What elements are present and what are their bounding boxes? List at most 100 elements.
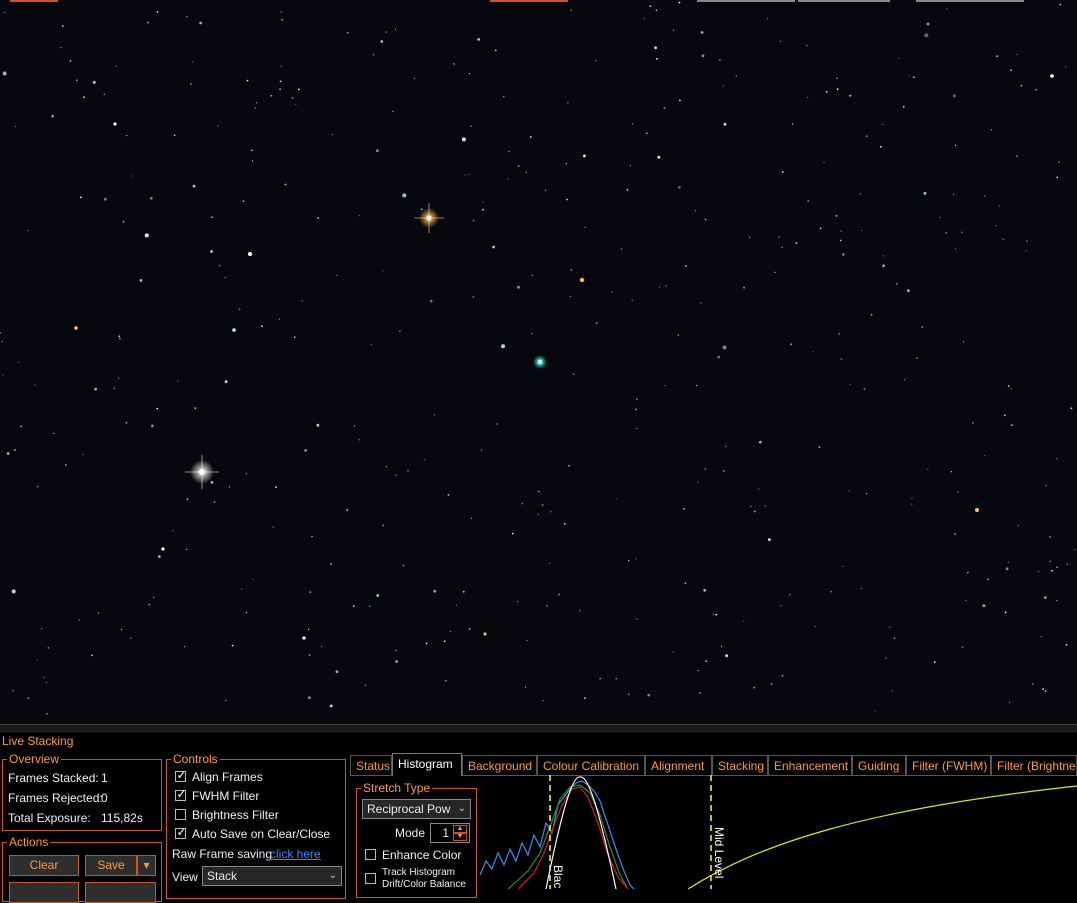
star bbox=[217, 125, 219, 127]
star bbox=[382, 524, 385, 527]
mid-marker-label: Mid Level bbox=[712, 827, 726, 878]
stretch-type-value: Reciprocal Pow bbox=[367, 802, 451, 816]
star bbox=[149, 196, 153, 200]
mode-value: 1 bbox=[442, 826, 449, 840]
brightness-filter-label[interactable]: Brightness Filter bbox=[192, 808, 279, 822]
star bbox=[1038, 571, 1040, 573]
star bbox=[1070, 407, 1073, 410]
star bbox=[1032, 683, 1034, 685]
star bbox=[308, 696, 311, 700]
star bbox=[468, 173, 470, 175]
star bbox=[502, 95, 505, 98]
star bbox=[923, 192, 927, 195]
save-button[interactable]: Save bbox=[85, 855, 137, 876]
clear-button[interactable]: Clear bbox=[9, 855, 79, 876]
star bbox=[122, 220, 125, 223]
check-icon: ✓ bbox=[176, 825, 187, 839]
enhance-color-checkbox[interactable] bbox=[365, 849, 376, 860]
star bbox=[791, 123, 794, 125]
star bbox=[542, 699, 544, 702]
view-label: View bbox=[172, 870, 198, 884]
star bbox=[911, 503, 913, 505]
align-frames-checkbox[interactable]: ✓ bbox=[175, 769, 187, 782]
star bbox=[789, 594, 791, 596]
star bbox=[115, 65, 117, 67]
star bbox=[173, 134, 176, 137]
star bbox=[455, 604, 457, 606]
star bbox=[565, 163, 567, 165]
star bbox=[889, 626, 891, 628]
view-select[interactable]: Stack ⌄ bbox=[202, 866, 342, 886]
tab-enhancement[interactable]: Enhancement bbox=[768, 755, 852, 775]
star bbox=[778, 236, 780, 238]
star bbox=[595, 60, 597, 62]
tab-status[interactable]: Status bbox=[350, 755, 392, 775]
star bbox=[27, 229, 29, 232]
star bbox=[189, 83, 192, 85]
star bbox=[1065, 66, 1067, 68]
tab-histogram[interactable]: Histogram bbox=[392, 753, 462, 776]
fwhm-filter-label[interactable]: FWHM Filter bbox=[192, 789, 259, 803]
stretch-type-select[interactable]: Reciprocal Pow ⌄ bbox=[362, 799, 471, 819]
tab-stacking[interactable]: Stacking bbox=[712, 755, 768, 775]
star bbox=[453, 63, 456, 65]
star bbox=[840, 358, 843, 360]
tab-colour-calibration[interactable]: Colour Calibration bbox=[537, 755, 645, 775]
star bbox=[529, 136, 532, 138]
stacked-image-view[interactable] bbox=[0, 0, 1077, 724]
panel-title: Live Stacking bbox=[2, 734, 74, 748]
star bbox=[1020, 84, 1023, 87]
star bbox=[242, 200, 245, 203]
star bbox=[654, 46, 657, 50]
tab-filter-fwhm[interactable]: Filter (FWHM) bbox=[906, 755, 991, 775]
auto-save-label[interactable]: Auto Save on Clear/Close bbox=[192, 827, 330, 841]
histogram-chart[interactable]: Black Mid Level bbox=[478, 775, 1077, 889]
fwhm-filter-checkbox[interactable]: ✓ bbox=[175, 788, 187, 801]
star bbox=[849, 383, 851, 385]
mode-spinbox[interactable]: 1 ▲ ▼ bbox=[430, 823, 470, 843]
star bbox=[961, 231, 963, 233]
star bbox=[20, 425, 23, 428]
tab-background[interactable]: Background bbox=[462, 755, 537, 775]
track-histogram-label[interactable]: Track Histogram Drift/Color Balance bbox=[382, 867, 466, 891]
star bbox=[823, 161, 825, 163]
star bbox=[358, 215, 360, 217]
star bbox=[330, 563, 332, 565]
raw-frame-saving-link[interactable]: click here bbox=[270, 847, 321, 861]
tab-guiding[interactable]: Guiding bbox=[852, 755, 906, 775]
save-dropdown-button[interactable]: ▾ bbox=[137, 855, 156, 876]
spin-down-icon[interactable]: ▼ bbox=[453, 833, 467, 841]
star bbox=[998, 205, 1001, 207]
track-histogram-checkbox[interactable] bbox=[365, 873, 376, 884]
align-frames-label[interactable]: Align Frames bbox=[192, 770, 263, 784]
star bbox=[880, 145, 882, 148]
star bbox=[807, 200, 810, 202]
tab-filter-brightness[interactable]: Filter (Brightness) bbox=[991, 755, 1077, 775]
star bbox=[570, 295, 572, 298]
frames-stacked-value: 1 bbox=[101, 771, 108, 785]
star bbox=[172, 530, 174, 532]
brightness-filter-checkbox[interactable] bbox=[175, 809, 186, 820]
star bbox=[544, 189, 546, 191]
star bbox=[758, 440, 762, 444]
auto-save-checkbox[interactable]: ✓ bbox=[175, 825, 187, 839]
splitter[interactable] bbox=[0, 724, 1077, 732]
total-exposure-label: Total Exposure: bbox=[8, 811, 91, 825]
action-button-3[interactable] bbox=[9, 882, 79, 903]
star bbox=[583, 154, 586, 158]
star bbox=[369, 605, 371, 607]
enhance-color-label[interactable]: Enhance Color bbox=[382, 848, 461, 862]
star bbox=[301, 300, 303, 302]
tab-alignment[interactable]: Alignment bbox=[645, 755, 712, 775]
star bbox=[866, 493, 868, 495]
spin-up-icon[interactable]: ▲ bbox=[453, 825, 467, 833]
star bbox=[402, 193, 407, 198]
star bbox=[131, 175, 133, 177]
action-button-4[interactable] bbox=[85, 882, 156, 903]
star bbox=[254, 107, 257, 109]
star bbox=[470, 517, 472, 519]
star bbox=[270, 94, 273, 97]
star bbox=[261, 325, 263, 328]
star bbox=[395, 649, 397, 652]
star bbox=[298, 88, 300, 91]
